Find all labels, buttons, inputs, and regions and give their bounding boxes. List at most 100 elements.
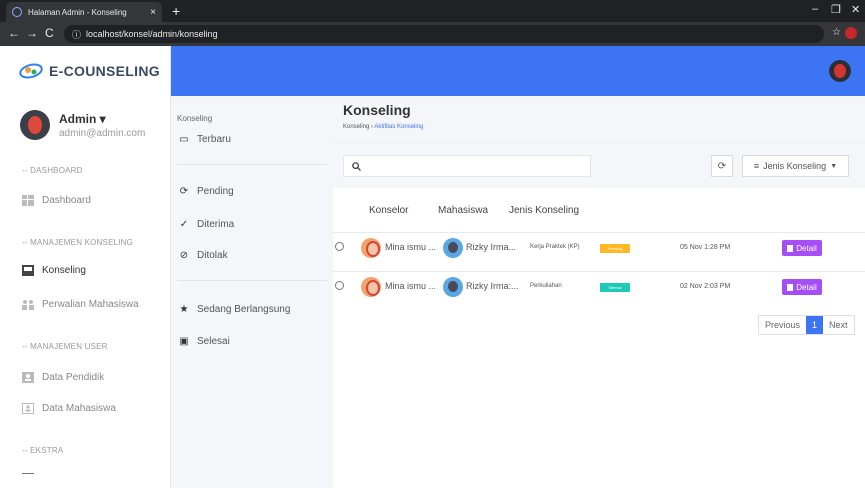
- breadcrumb-root[interactable]: Konseling: [343, 124, 369, 130]
- sidebar-item-data-mahasiswa[interactable]: Data Mahasiswa: [22, 403, 116, 414]
- subnav-item-pending[interactable]: ⟳ Pending: [177, 186, 234, 197]
- tanggal: 02 Nov 2:03 PM: [680, 283, 731, 290]
- bookmark-icon: ▣: [179, 336, 189, 347]
- user-avatar: [20, 110, 50, 140]
- chevron-down-icon: ▼: [830, 162, 838, 170]
- main-content: Konseling Konseling › Aktifitas Konselin…: [333, 96, 865, 488]
- favicon-icon: [12, 7, 22, 17]
- detail-label: Detail: [796, 243, 817, 253]
- breadcrumb-current[interactable]: Aktifitas Konseling: [374, 124, 423, 130]
- detail-button[interactable]: Detail: [782, 240, 822, 256]
- breadcrumb: Konseling › Aktifitas Konseling: [343, 124, 423, 130]
- pagination: Previous 1 Next: [758, 315, 855, 335]
- mahasiswa-icon: [22, 403, 34, 414]
- url-text: localhost/konsel/admin/konseling: [86, 29, 218, 39]
- sidebar: Admin ▾ admin@admin.com -- DASHBOARD Das…: [0, 96, 171, 488]
- subnav-item-terbaru[interactable]: ▭ Terbaru: [177, 134, 231, 145]
- sidebar-item-dashboard[interactable]: Dashboard: [22, 195, 91, 206]
- subnav-item-label: Diterima: [197, 219, 235, 230]
- sidebar-item-perwalian[interactable]: Perwalian Mahasiswa: [22, 299, 139, 310]
- tab-close-icon[interactable]: ×: [150, 7, 156, 18]
- subnav-item-label: Terbaru: [197, 134, 231, 145]
- minimize-icon[interactable]: –: [812, 3, 818, 15]
- new-tab-button[interactable]: +: [172, 3, 180, 19]
- subnav-item-ditolak[interactable]: ⊘ Ditolak: [177, 250, 228, 261]
- sidebar-item-label: Dashboard: [42, 195, 91, 206]
- column-mahasiswa[interactable]: Mahasiswa: [438, 205, 488, 216]
- table-header: Konselor Mahasiswa Jenis Konseling: [333, 198, 865, 222]
- table-row[interactable]: Mina ismu ... Rizky Irma... Kerja Prakte…: [333, 232, 865, 262]
- section-manajemen-konseling: -- MANAJEMEN KONSELING: [22, 238, 134, 247]
- avatar[interactable]: [829, 60, 851, 82]
- page-title: Konseling: [343, 102, 411, 118]
- address-bar[interactable]: ⓘ localhost/konsel/admin/konseling: [64, 25, 824, 43]
- search-input[interactable]: [367, 160, 590, 172]
- sidebar-item-konseling[interactable]: Konseling: [22, 265, 86, 276]
- search-icon: [352, 161, 361, 171]
- mahasiswa-avatar: [443, 277, 463, 297]
- window-close-icon[interactable]: ✕: [851, 3, 860, 16]
- check-icon: ✓: [179, 219, 189, 230]
- reload-icon[interactable]: C: [45, 26, 54, 40]
- sidebar-item-data-pendidik[interactable]: Data Pendidik: [22, 372, 104, 383]
- bookmark-star-icon[interactable]: ☆: [832, 27, 841, 38]
- user-profile[interactable]: Admin ▾ admin@admin.com: [20, 110, 145, 140]
- browser-toolbar: ← → C ⓘ localhost/konsel/admin/konseling…: [0, 22, 865, 46]
- pagination-previous[interactable]: Previous: [759, 316, 807, 334]
- search-field[interactable]: [343, 155, 591, 177]
- pagination-page-1[interactable]: 1: [806, 316, 824, 334]
- logo-icon: [19, 63, 43, 79]
- brand-name: E-COUNSELING: [49, 63, 160, 79]
- list-icon: ≡: [753, 161, 760, 171]
- dashboard-icon: [22, 195, 34, 206]
- file-icon: [787, 244, 794, 252]
- user-name[interactable]: Admin ▾: [59, 112, 145, 126]
- sidebar-item-label: Data Pendidik: [42, 372, 105, 383]
- browser-tab[interactable]: Halaman Admin - Konseling ×: [6, 2, 162, 22]
- refresh-button[interactable]: ⟳: [711, 155, 733, 177]
- subnav-item-label: Ditolak: [197, 250, 228, 261]
- refresh-icon: ⟳: [717, 160, 727, 172]
- restore-icon[interactable]: ❐: [831, 3, 841, 16]
- subnav-item-sedang-berlangsung[interactable]: ★ Sedang Berlangsung: [177, 304, 291, 315]
- info-icon: ⓘ: [72, 29, 82, 40]
- subnav-item-diterima[interactable]: ✓ Diterima: [177, 219, 234, 230]
- page-header: Konseling Konseling › Aktifitas Konselin…: [333, 96, 865, 142]
- tanggal: 05 Nov 1:28 PM: [680, 244, 731, 251]
- expand-row-icon[interactable]: [335, 242, 344, 251]
- users-icon: [22, 300, 34, 310]
- subnav-item-label: Sedang Berlangsung: [197, 304, 291, 315]
- section-manajemen-user: -- MANAJEMEN USER: [22, 342, 108, 351]
- column-konselor[interactable]: Konselor: [369, 205, 408, 216]
- jenis-konseling-filter[interactable]: ≡ Jenis Konseling ▼: [742, 155, 849, 177]
- ban-icon: ⊘: [179, 250, 189, 261]
- konselor-avatar: [361, 277, 381, 297]
- mahasiswa-name: Rizky Irma:...: [466, 281, 519, 291]
- konselor-avatar: [361, 238, 381, 258]
- user-email: admin@admin.com: [59, 127, 146, 139]
- subnav-item-label: Selesai: [197, 336, 230, 347]
- subnav-item-label: Pending: [197, 186, 234, 197]
- sidebar-item-label: Konseling: [42, 265, 86, 276]
- subnav-item-selesai[interactable]: ▣ Selesai: [177, 336, 230, 347]
- mahasiswa-name: Rizky Irma...: [466, 242, 517, 252]
- divider: [177, 280, 327, 281]
- table-row[interactable]: Mina ismu ... Rizky Irma:... Perkuliahan…: [333, 271, 865, 301]
- column-jenis-konseling[interactable]: Jenis Konseling: [509, 205, 579, 216]
- jenis-konseling: Kerja Praktek (KP): [530, 244, 580, 250]
- mahasiswa-avatar: [443, 238, 463, 258]
- pagination-next[interactable]: Next: [823, 316, 854, 334]
- divider: [177, 164, 327, 165]
- tab-title: Halaman Admin - Konseling: [28, 7, 127, 17]
- browser-profile-icon[interactable]: [845, 27, 857, 39]
- breadcrumb-separator: ›: [371, 124, 374, 130]
- back-icon[interactable]: ←: [8, 26, 20, 40]
- brand[interactable]: E-COUNSELING: [0, 46, 171, 96]
- top-navbar: [171, 46, 865, 96]
- table-toolbar: ⟳ ≡ Jenis Konseling ▼: [333, 142, 865, 188]
- forward-icon[interactable]: →: [26, 26, 38, 40]
- detail-button[interactable]: Detail: [782, 279, 822, 295]
- expand-row-icon[interactable]: [335, 281, 344, 290]
- sidebar-item-label: Perwalian Mahasiswa: [42, 299, 139, 310]
- section-ekstra: -- EKSTRA: [22, 446, 64, 455]
